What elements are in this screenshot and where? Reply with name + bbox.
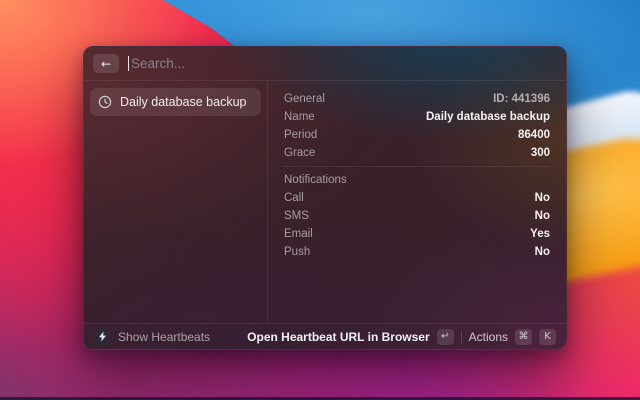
detail-row-push: Push No [284,243,550,261]
detail-value-grace: 300 [531,147,550,159]
actions-label: Actions [469,330,508,344]
detail-label: Name [284,111,315,123]
detail-label: General [284,93,325,105]
command-key-icon: ⌘ [515,329,532,345]
return-key-icon: ↵ [437,329,454,345]
footer-divider [461,331,462,343]
actions-menu-button[interactable]: Actions ⌘ K [469,329,556,345]
desktop: ← Daily database backup [0,0,640,400]
detail-label: SMS [284,210,309,222]
detail-value-name: Daily database backup [426,111,550,123]
k-key-icon: K [539,329,556,345]
detail-row-notifications-header: Notifications [284,171,550,189]
list-item-daily-database-backup[interactable]: Daily database backup [90,88,261,116]
back-arrow-icon: ← [101,57,111,71]
detail-section-divider [284,166,550,167]
back-button[interactable]: ← [93,54,119,73]
primary-action-label: Open Heartbeat URL in Browser [247,330,429,344]
action-bar: Show Heartbeats Open Heartbeat URL in Br… [84,323,566,349]
detail-value-period: 86400 [518,129,550,141]
detail-value-push: No [535,246,550,258]
detail-label: Push [284,246,310,258]
detail-row-sms: SMS No [284,207,550,225]
detail-value-sms: No [535,210,550,222]
command-palette-window: ← Daily database backup [83,46,567,350]
footer-actions: Open Heartbeat URL in Browser ↵ Actions … [247,329,556,345]
detail-label: Period [284,129,317,141]
text-caret [128,56,129,71]
detail-row-period: Period 86400 [284,126,550,144]
detail-label: Email [284,228,313,240]
search-field-wrap [128,56,557,71]
search-input[interactable] [131,56,557,71]
detail-value-email: Yes [530,228,550,240]
detail-value-id: ID: 441396 [493,93,550,105]
detail-label: Call [284,192,304,204]
search-bar: ← [84,47,566,81]
extension-name-label: Show Heartbeats [118,330,210,344]
bolt-icon [94,329,110,345]
detail-row-call: Call No [284,189,550,207]
detail-row-grace: Grace 300 [284,144,550,162]
list-item-label: Daily database backup [120,95,246,109]
clock-icon [98,95,112,109]
window-body: Daily database backup General ID: 441396… [84,81,566,323]
results-list: Daily database backup [84,81,268,323]
detail-label: Grace [284,147,315,159]
detail-row-name: Name Daily database backup [284,108,550,126]
primary-action-button[interactable]: Open Heartbeat URL in Browser ↵ [247,329,453,345]
detail-value-call: No [535,192,550,204]
detail-panel: General ID: 441396 Name Daily database b… [268,81,566,323]
detail-row-email: Email Yes [284,225,550,243]
detail-section-label: Notifications [284,174,347,186]
detail-row-general: General ID: 441396 [284,90,550,108]
